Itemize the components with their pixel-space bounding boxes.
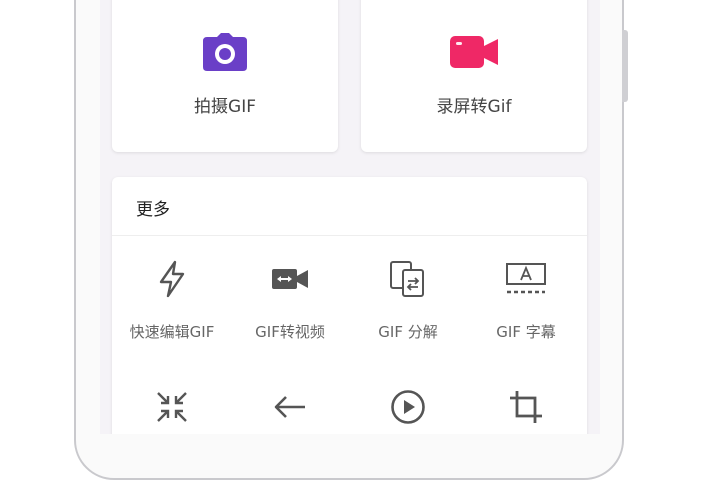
tool-label: GIF转视频 — [255, 323, 325, 341]
play-circle-icon — [390, 387, 426, 427]
tool-label: GIF 分解 — [378, 323, 438, 341]
camera-icon — [203, 32, 247, 72]
tool-gif-split[interactable]: GIF 分解 — [349, 259, 467, 342]
tool-reverse[interactable] — [231, 387, 349, 427]
tool-label: 快速编辑GIF — [129, 323, 215, 341]
arrow-left-icon — [273, 387, 307, 427]
tool-gif-to-video[interactable]: GIF转视频 — [231, 259, 349, 342]
tool-quick-edit-gif[interactable]: 快速编辑GIF — [113, 259, 231, 342]
more-section-title: 更多 — [136, 200, 170, 220]
record-to-gif-card[interactable]: 录屏转Gif — [361, 0, 587, 152]
tool-crop[interactable] — [467, 387, 585, 427]
record-to-gif-label: 录屏转Gif — [436, 97, 512, 117]
tool-gif-subtitle[interactable]: GIF 字幕 — [467, 259, 585, 342]
subtitle-icon — [505, 259, 547, 299]
shoot-gif-card[interactable]: 拍摄GIF — [112, 0, 338, 152]
video-camera-icon — [450, 32, 498, 72]
tool-label: GIF 字幕 — [496, 323, 556, 341]
split-frames-icon — [388, 259, 428, 299]
tool-play[interactable] — [349, 387, 467, 427]
lightning-icon — [157, 259, 187, 299]
phone-side-button — [622, 30, 628, 102]
section-divider — [112, 235, 587, 236]
app-screen: 拍摄GIF 录屏转Gif 更多 快速编辑GIF GIF转视频 GIF 分解 GI… — [100, 0, 600, 434]
compress-icon — [155, 387, 189, 427]
shoot-gif-label: 拍摄GIF — [194, 97, 256, 117]
tool-compress[interactable] — [113, 387, 231, 427]
crop-icon — [508, 387, 544, 427]
more-tools-card: 更多 快速编辑GIF GIF转视频 GIF 分解 GIF 字幕 — [112, 177, 587, 434]
gif-to-video-icon — [272, 259, 308, 299]
